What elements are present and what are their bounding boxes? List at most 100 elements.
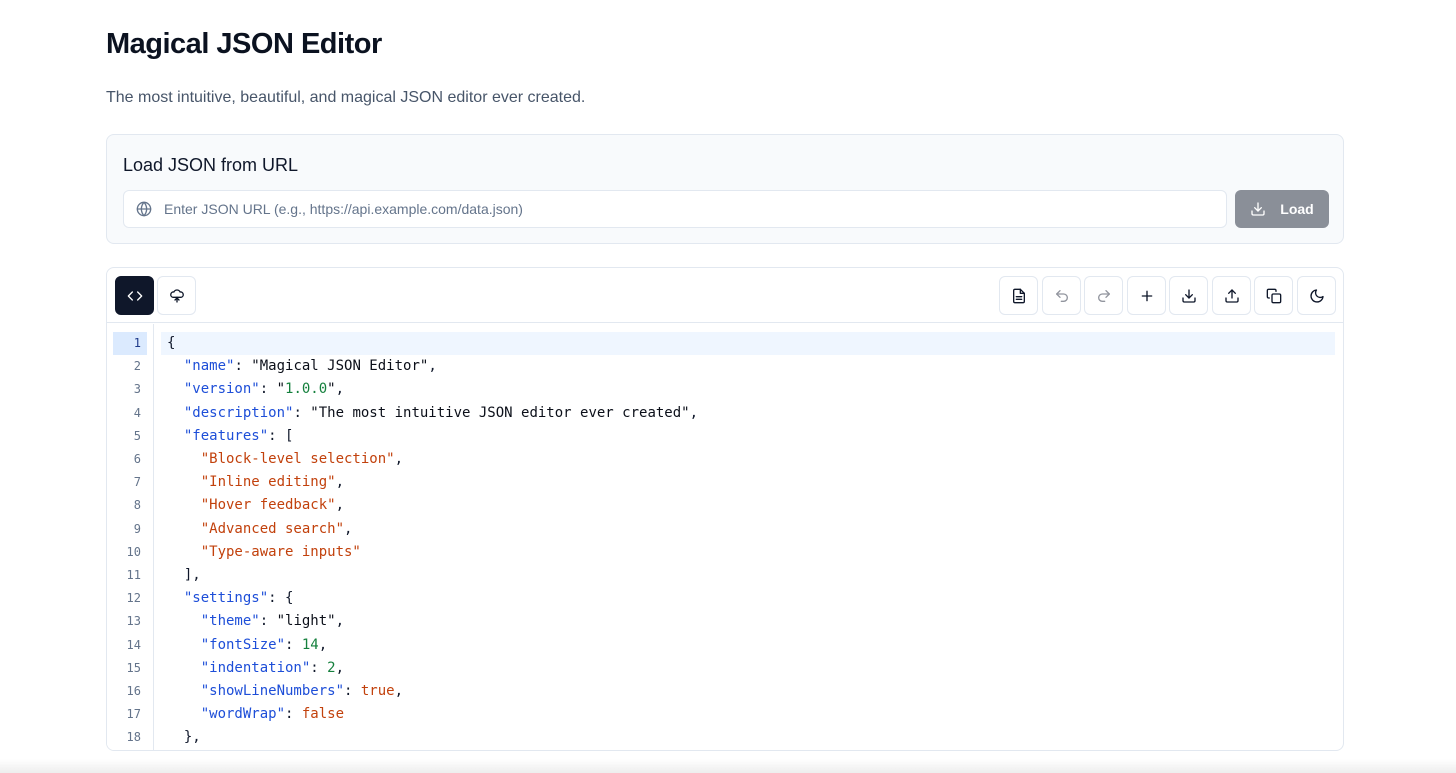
code-line[interactable]: "features": [ [161,425,1335,448]
code-line[interactable]: "Inline editing", [161,471,1335,494]
code-line[interactable]: "Hover feedback", [161,494,1335,517]
line-number: 5 [133,428,141,443]
code-token: : [293,404,311,421]
download-icon [1251,202,1265,216]
code-area[interactable]: 1 2 3 4 5 6 7 8 9 10 11 12 13 14 15 16 17 18 { "name": "M… [107,324,1343,750]
url-input-wrapper[interactable] [123,190,1227,228]
code-token: "indentation" [200,659,311,676]
code-line[interactable]: "settings": { [161,587,1335,610]
code-token: " [276,381,286,398]
code-token: "description" [183,404,294,421]
code-token: , [335,613,345,630]
code-line[interactable]: "Advanced search", [161,518,1335,541]
line-number: 1 [113,332,147,356]
code-token: "version" [183,381,260,398]
code-lines[interactable]: { "name": "Magical JSON Editor", "versio… [155,324,1343,750]
code-line[interactable]: }, [161,726,1335,749]
undo-button[interactable] [1042,276,1081,315]
code-token: : [234,358,252,375]
redo-button[interactable] [1084,276,1123,315]
url-loader-card: Load JSON from URL Load [106,134,1344,244]
code-token: { [167,335,176,351]
code-line[interactable]: "name": "Magical JSON Editor", [161,355,1335,378]
theme-toggle-button[interactable] [1297,276,1336,315]
page-subtitle: The most intuitive, beautiful, and magic… [106,89,586,106]
code-line[interactable]: { [161,332,1335,356]
line-number: 3 [133,382,141,397]
code-token: : [344,683,361,699]
line-number: 10 [126,544,141,559]
copy-button[interactable] [1254,276,1293,315]
load-button-label: Load [1280,201,1314,217]
code-line[interactable]: "description": "The most intuitive JSON … [161,402,1335,425]
code-token: false [301,706,345,723]
code-view-button[interactable] [115,276,154,315]
line-number: 18 [126,730,141,745]
code-token: "name" [183,358,235,375]
code-token: "light" [276,613,336,630]
code-line[interactable]: "version": "1.0.0", [161,378,1335,401]
line-number: 17 [126,707,141,722]
code-line[interactable]: "theme": "light", [161,610,1335,633]
file-text-icon [1012,288,1025,303]
code-token: "Advanced search" [200,520,345,537]
code-line[interactable]: "Type-aware inputs" [161,541,1335,564]
code-token: "theme" [200,613,260,630]
code-token: : { [268,590,294,607]
code-token: "Block-level selection" [200,451,395,467]
code-line[interactable]: ], [161,564,1335,587]
code-token: " [327,381,336,398]
code-token: : [285,636,302,653]
code-token: "Hover feedback" [200,497,336,514]
code-token: "The most intuitive JSON editor ever cre… [310,404,690,421]
url-input[interactable] [162,191,1222,227]
code-token: true [360,683,395,699]
add-button[interactable] [1127,276,1166,315]
code-token: "settings" [183,590,269,607]
tree-view-button[interactable] [157,276,196,315]
json-editor: 1 2 3 4 5 6 7 8 9 10 11 12 13 14 15 16 17 18 { "name": "M… [106,267,1344,751]
line-number: 12 [126,591,141,606]
code-token: , [428,358,437,375]
code-token: ], [167,567,201,583]
code-token: : [285,706,302,723]
url-loader-heading: Load JSON from URL [123,155,299,175]
download-button[interactable] [1169,276,1208,315]
upload-button[interactable] [1212,276,1251,315]
code-token: , [335,381,345,398]
line-number: 6 [133,452,141,466]
line-number-gutter: 1 2 3 4 5 6 7 8 9 10 11 12 13 14 15 16 17 18 [107,324,154,750]
line-number: 11 [126,568,141,582]
code-line[interactable]: "indentation": 2, [161,657,1335,680]
redo-icon [1097,289,1110,302]
code-token: , [689,404,699,421]
code-token: 1.0.0 [285,381,328,398]
download-icon [1181,288,1196,303]
code-token: 2 [327,659,336,676]
code-token: , [318,636,328,653]
copy-icon [1266,288,1281,303]
undo-icon [1055,289,1068,302]
load-button[interactable]: Load [1235,190,1329,228]
code-line[interactable]: "wordWrap": false [161,703,1335,726]
tree-icon [169,288,184,303]
format-button[interactable] [999,276,1038,315]
code-line[interactable]: "Block-level selection", [161,448,1335,471]
line-number: 16 [126,684,141,698]
editor-toolbar [107,268,1343,323]
upload-icon [1224,288,1239,303]
line-number: 13 [126,614,141,629]
moon-icon [1309,288,1324,303]
code-line[interactable]: "fontSize": 14, [161,634,1335,657]
code-line[interactable]: "showLineNumbers": true, [161,680,1335,703]
code-token: : [259,613,277,630]
